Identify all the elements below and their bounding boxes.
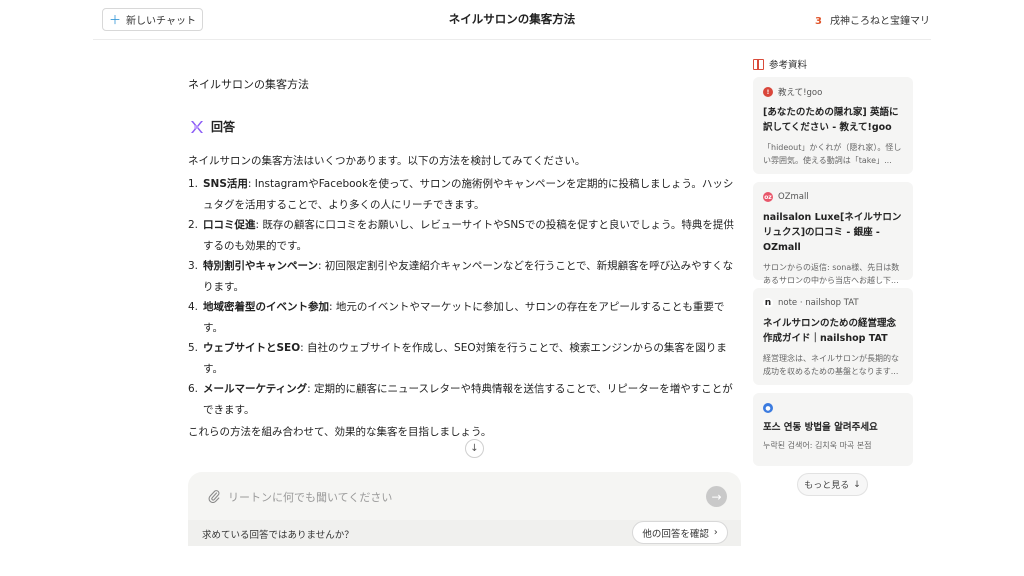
reference-source: n note · nailshop TAT [763, 296, 903, 310]
reference-source-label: note · nailshop TAT [778, 298, 859, 308]
page-title: ネイルサロンの集客方法 [448, 12, 576, 26]
reference-title: nailsalon Luxe[ネイルサロン リュクス]の口コミ - 銀座 - O… [763, 212, 902, 253]
reference-title: 포스 연동 방법을 알려주세요 [763, 422, 878, 433]
note-favicon-icon: n [763, 298, 773, 308]
other-answer-label: 他の回答を確認 [642, 528, 709, 540]
show-more-label: もっと見る [804, 481, 850, 491]
list-item: 6. メールマーケティング: 定期的に顧客にニュースレターや特典情報を送信すること… [188, 383, 733, 416]
feedback-bar: 求めている回答ではありませんか？ 他の回答を確認 › [188, 520, 741, 546]
answer-intro: ネイルサロンの集客方法はいくつかあります。以下の方法を検討してみてください。 [188, 155, 586, 167]
answer-outro: これらの方法を組み合わせて、効果的な集客を目指しましょう。 [188, 426, 492, 438]
reference-snippet: サロンからの返信: sona様、先日は数あるサロンの中から当店へお越し下... [763, 263, 900, 285]
reference-source-label: 教えて!goo [778, 88, 823, 98]
references-title: 参考資料 [753, 57, 807, 71]
reference-title: [あなたのための隠れ家] 英語に訳してください - 教えて!goo [763, 107, 899, 133]
chevron-right-icon: › [713, 527, 718, 538]
arrow-down-icon: ↓ [853, 479, 861, 490]
location-pin-icon: ● [763, 403, 773, 413]
list-item: 1. SNS活用: InstagramやFacebookを使って、サロンの施術例や… [188, 178, 734, 211]
arrow-right-icon: → [711, 489, 722, 504]
header-right-text: 戌神ころねと宝鐘マリン [829, 16, 931, 27]
answer-list: 1. SNS活用: InstagramやFacebookを使って、サロンの施術例や… [188, 174, 741, 420]
book-icon [753, 58, 764, 70]
reference-card[interactable]: n note · nailshop TAT ネイルサロンのための経営理念作成ガイ… [753, 288, 913, 385]
scroll-down-button[interactable]: ↓ [465, 439, 484, 458]
reference-card[interactable]: oz OZmall nailsalon Luxe[ネイルサロン リュクス]の口コ… [753, 182, 913, 285]
list-item: 5. ウェブサイトとSEO: 自社のウェブサイトを作成し、SEO対策を行うことで、… [188, 342, 727, 375]
reference-source: ● [763, 401, 903, 415]
list-item: 2. 口コミ促進: 既存の顧客に口コミをお願いし、レビューサイトやSNSでの投稿を… [188, 219, 734, 252]
reference-snippet: 누락된 검색어: 김치욱 마곡 본점 [763, 441, 872, 450]
list-item: 4. 地域密着型のイベント参加: 地元のイベントやマーケットに参加し、サロンの存在… [188, 301, 725, 334]
chat-input-box[interactable]: リートンに何でも聞いてください → [188, 472, 741, 520]
paperclip-icon[interactable] [208, 489, 220, 503]
ozmall-favicon-icon: oz [763, 192, 773, 202]
list-item: 3. 特別割引やキャンペーン: 初回限定割引や友達紹介キャンペーンなどを行うことで… [188, 260, 734, 293]
user-question: ネイルサロンの集客方法 [188, 78, 309, 91]
send-button[interactable]: → [706, 486, 727, 507]
header-right-item[interactable]: 3 戌神ころねと宝鐘マリン [815, 12, 931, 27]
header-right-number: 3 [815, 16, 822, 27]
answer-heading-label: 回答 [211, 120, 236, 134]
reference-card[interactable]: ● 포스 연동 방법을 알려주세요 누락된 검색어: 김치욱 마곡 본점 [753, 393, 913, 466]
goo-favicon-icon: ! [763, 87, 773, 97]
wrtn-logo-icon [191, 120, 203, 133]
reference-source-label: OZmall [778, 192, 809, 202]
references-title-label: 参考資料 [769, 60, 808, 71]
top-bar: ＋ 新しいチャット ネイルサロンの集客方法 3 戌神ころねと宝鐘マリン [93, 0, 931, 40]
reference-source: ! 教えて!goo [763, 85, 903, 99]
chat-input-placeholder[interactable]: リートンに何でも聞いてください [228, 489, 392, 505]
reference-card[interactable]: ! 教えて!goo [あなたのための隠れ家] 英語に訳してください - 教えて!… [753, 77, 913, 174]
other-answer-button[interactable]: 他の回答を確認 › [632, 521, 728, 544]
feedback-question: 求めている回答ではありませんか？ [202, 530, 354, 541]
arrow-down-icon: ↓ [470, 443, 479, 454]
show-more-button[interactable]: もっと見る ↓ [797, 473, 868, 496]
answer-heading: 回答 [188, 118, 235, 135]
reference-source: oz OZmall [763, 190, 903, 204]
reference-snippet: 「hideout」かくれが（隠れ家）。怪しい雰囲気。使える動詞は「take」..… [763, 143, 902, 165]
reference-title: ネイルサロンのための経営理念作成ガイド｜nailshop TAT [763, 318, 897, 344]
reference-snippet: 経営理念は、ネイルサロンが長期的な成功を収めるための基盤となります... [763, 354, 899, 376]
